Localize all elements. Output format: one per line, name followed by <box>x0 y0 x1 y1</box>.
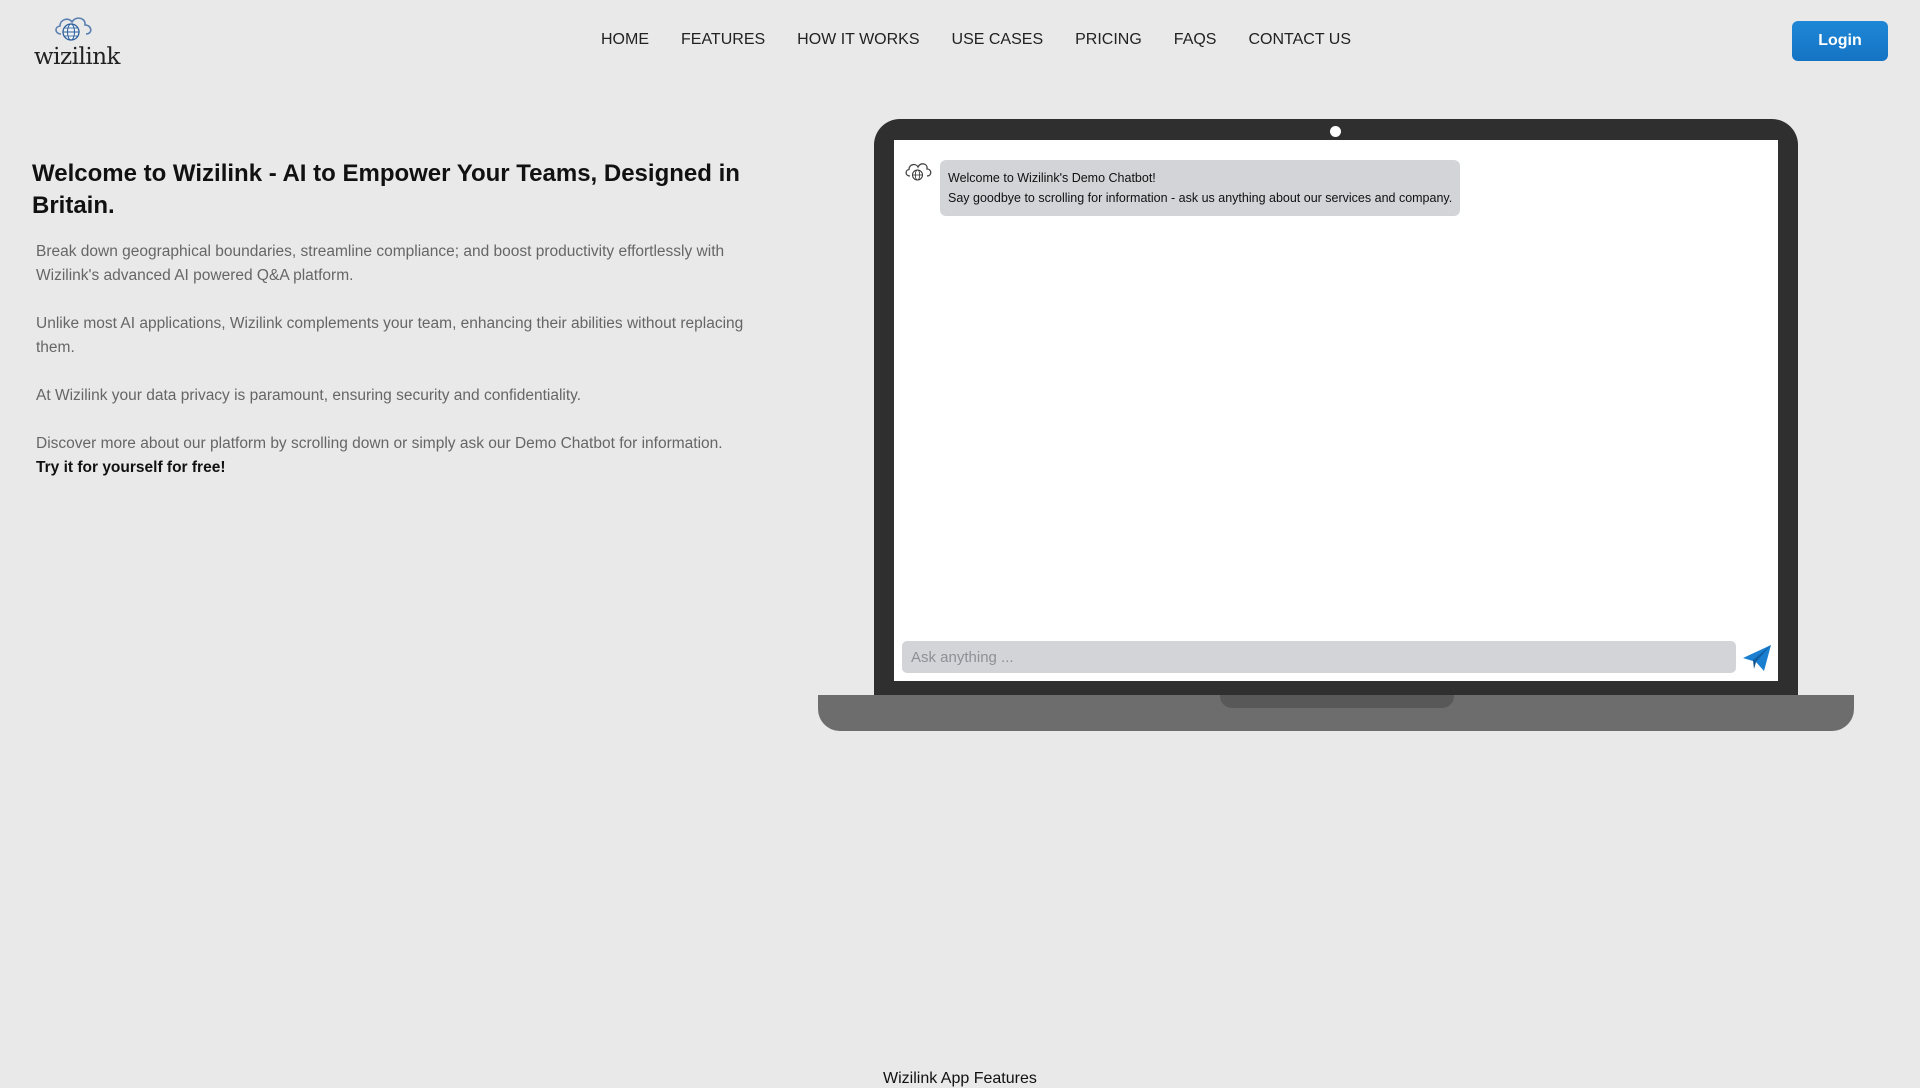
bot-avatar-icon <box>905 163 932 181</box>
paper-plane-icon[interactable] <box>1742 644 1772 672</box>
laptop-camera <box>1330 126 1341 137</box>
site-header: wizilink HOME FEATURES HOW IT WORKS USE … <box>0 0 1920 80</box>
cloud-globe-icon <box>55 17 92 41</box>
hero-paragraph-4: Discover more about our platform by scro… <box>36 432 766 480</box>
bot-message-line-2: Say goodbye to scrolling for information… <box>948 191 1453 205</box>
main-nav: HOME FEATURES HOW IT WORKS USE CASES PRI… <box>601 28 1351 52</box>
hero-title: Welcome to Wizilink - AI to Empower Your… <box>32 160 740 219</box>
bot-message: Welcome to Wizilink's Demo Chatbot! Say … <box>940 160 1461 216</box>
nav-pricing[interactable]: PRICING <box>1075 31 1142 49</box>
laptop-mockup: Welcome to Wizilink's Demo Chatbot! Say … <box>874 119 1798 697</box>
chat-input[interactable] <box>902 641 1736 673</box>
hero-paragraph-3: At Wizilink your data privacy is paramou… <box>36 387 582 404</box>
nav-how-it-works[interactable]: HOW IT WORKS <box>797 31 919 49</box>
logo[interactable]: wizilink <box>34 12 120 72</box>
hero-paragraph-4-text: Discover more about our platform by scro… <box>36 435 723 452</box>
bot-message-line-1: Welcome to Wizilink's Demo Chatbot! <box>948 171 1156 185</box>
laptop-notch <box>1220 695 1454 708</box>
hero-paragraph-1: Break down geographical boundaries, stre… <box>36 243 725 284</box>
login-button[interactable]: Login <box>1792 21 1888 61</box>
hero-paragraph-2: Unlike most AI applications, Wizilink co… <box>36 315 744 356</box>
hero-cta-text: Try it for yourself for free! <box>36 459 226 476</box>
chatbot-screen: Welcome to Wizilink's Demo Chatbot! Say … <box>894 140 1778 681</box>
nav-home[interactable]: HOME <box>601 31 649 49</box>
logo-wordmark: wizilink <box>34 44 120 70</box>
features-section-title: Wizilink App Features <box>883 1070 1037 1087</box>
nav-features[interactable]: FEATURES <box>681 31 765 49</box>
laptop-base <box>818 695 1854 731</box>
hero-section: Welcome to Wizilink - AI to Empower Your… <box>32 158 772 504</box>
nav-faqs[interactable]: FAQS <box>1174 31 1217 49</box>
nav-use-cases[interactable]: USE CASES <box>952 31 1044 49</box>
nav-contact-us[interactable]: CONTACT US <box>1248 31 1351 49</box>
